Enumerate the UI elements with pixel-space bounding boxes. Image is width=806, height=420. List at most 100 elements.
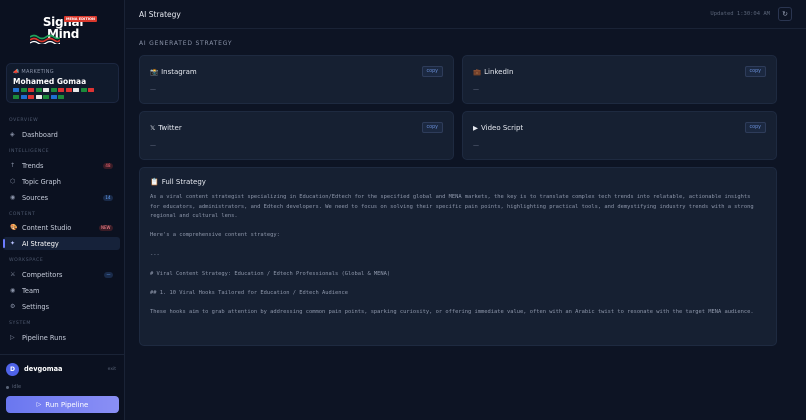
strategy-paragraph: As a viral content strategist specializi… xyxy=(150,194,754,220)
sidebar-item-competitors[interactable]: ⚔ Competitors — xyxy=(3,268,120,281)
sidebar-item-sources[interactable]: ◉ Sources 14 xyxy=(3,191,120,204)
strategy-paragraph: --- xyxy=(150,251,160,258)
country-flag-icon xyxy=(20,88,27,92)
card-title-text: Instagram xyxy=(161,68,197,76)
briefcase-icon: 💼 xyxy=(473,68,482,76)
nav-section-system: SYSTEM xyxy=(9,321,31,326)
copy-button[interactable]: copy xyxy=(744,122,766,133)
profile-name: Mohamed Gomaa xyxy=(13,77,87,86)
card-body: — xyxy=(473,86,479,93)
card-title-text: LinkedIn xyxy=(484,68,514,76)
sidebar-item-label: AI Strategy xyxy=(22,239,59,248)
palette-icon: 🎨 xyxy=(10,224,18,231)
country-flag-icon xyxy=(13,88,19,92)
profile-tag: 📣 MARKETING xyxy=(13,69,54,75)
play-icon: ▷ xyxy=(36,401,42,408)
sidebar-item-dashboard[interactable]: ◈ Dashboard xyxy=(3,128,120,141)
country-flag-icon xyxy=(28,88,34,92)
refresh-icon: ↻ xyxy=(782,10,788,18)
sidebar-item-label: Team xyxy=(22,286,40,295)
country-flag-icon xyxy=(50,88,57,92)
user-row[interactable]: D devgomaa exit xyxy=(6,362,119,376)
nav-section-workspace: WORKSPACE xyxy=(9,258,44,263)
pipeline-status: idle xyxy=(6,384,21,390)
gear-icon: ⚙ xyxy=(10,303,16,310)
camera-icon: 📸 xyxy=(150,68,159,76)
card-title: 📸 Instagram xyxy=(150,68,197,76)
sidebar-item-trends[interactable]: ↑ Trends 48 xyxy=(3,159,120,172)
country-flag-icon xyxy=(65,88,72,92)
country-flag-icon xyxy=(50,95,57,99)
full-strategy-body: As a viral content strategist specializi… xyxy=(150,193,762,327)
country-flag-icon xyxy=(28,95,34,99)
strategy-paragraph: These hooks aim to grab attention by add… xyxy=(150,309,754,316)
nav-section-content: CONTENT xyxy=(9,212,36,217)
country-flag-icon xyxy=(80,88,87,92)
dashboard-icon: ◈ xyxy=(10,131,15,138)
card-body: — xyxy=(473,142,479,149)
card-body: — xyxy=(150,142,156,149)
country-flag-icon xyxy=(43,88,49,92)
sidebar-item-topic-graph[interactable]: ⬡ Topic Graph xyxy=(3,175,120,188)
competitors-badge: — xyxy=(104,271,113,278)
country-flag-icon xyxy=(35,95,42,99)
clipboard-icon: 📋 xyxy=(150,178,159,186)
sidebar-item-pipeline-runs[interactable]: ▷ Pipeline Runs xyxy=(3,331,120,344)
status-dot-icon xyxy=(6,385,9,389)
copy-button[interactable]: copy xyxy=(744,66,766,77)
sidebar-item-team[interactable]: ◉ Team xyxy=(3,284,120,297)
strategy-paragraph: # Viral Content Strategy: Education / Ed… xyxy=(150,270,391,277)
page-title: AI Strategy xyxy=(139,10,181,19)
copy-button[interactable]: copy xyxy=(421,122,443,133)
country-flag-icon xyxy=(88,88,94,92)
trends-count-badge: 48 xyxy=(102,162,113,169)
nav-section-intelligence: INTELLIGENCE xyxy=(9,149,50,154)
country-flag-icon xyxy=(58,95,64,99)
card-title: 💼 LinkedIn xyxy=(473,68,513,76)
sidebar-item-ai-strategy[interactable]: ✦ AI Strategy xyxy=(3,237,120,250)
sidebar-item-content-studio[interactable]: 🎨 Content Studio NEW xyxy=(3,221,120,234)
sidebar-item-label: Content Studio xyxy=(22,223,72,232)
new-badge: NEW xyxy=(98,224,113,231)
sidebar-item-label: Trends xyxy=(22,161,44,170)
country-flag-icon xyxy=(35,88,42,92)
run-pipeline-label: Run Pipeline xyxy=(45,400,89,409)
user-name: devgomaa xyxy=(24,365,63,373)
play-icon: ▶ xyxy=(473,124,478,132)
sparkle-icon: ✦ xyxy=(10,240,16,247)
sidebar-item-label: Topic Graph xyxy=(22,177,61,186)
twitter-card: 𝕏 Twitter copy — xyxy=(139,111,454,160)
copy-button[interactable]: copy xyxy=(421,66,443,77)
run-pipeline-button[interactable]: ▷ Run Pipeline xyxy=(6,396,119,413)
country-flag-icon xyxy=(43,95,49,99)
logo-waves-icon xyxy=(30,34,60,44)
topbar: AI Strategy Updated 1:30:04 AM ↻ xyxy=(126,0,806,29)
linkedin-card: 💼 LinkedIn copy — xyxy=(462,55,777,104)
card-title: ▶ Video Script xyxy=(473,124,523,132)
signal-mind-logo[interactable]: Signal Mind MENA EDITION xyxy=(24,12,102,46)
video-script-card: ▶ Video Script copy — xyxy=(462,111,777,160)
strategy-paragraph: Here's a comprehensive content strategy: xyxy=(150,232,280,239)
sidebar-divider xyxy=(0,354,125,355)
profile-card[interactable]: 📣 MARKETING Mohamed Gomaa xyxy=(6,63,119,103)
card-title-text: Video Script xyxy=(481,124,524,132)
sidebar-item-label: Competitors xyxy=(22,270,63,279)
status-text: idle xyxy=(12,384,22,390)
card-title-text: Twitter xyxy=(158,124,182,132)
exit-link[interactable]: exit xyxy=(108,367,116,372)
x-logo-icon: 𝕏 xyxy=(150,124,156,132)
play-icon: ▷ xyxy=(10,334,15,341)
card-title-text: Full Strategy xyxy=(161,178,206,186)
sidebar-item-label: Pipeline Runs xyxy=(22,333,66,342)
swords-icon: ⚔ xyxy=(10,271,16,278)
country-flag-icon xyxy=(58,88,64,92)
country-flag-icon xyxy=(13,95,19,99)
sidebar: Signal Mind MENA EDITION 📣 MARKETING Moh… xyxy=(0,0,125,420)
sidebar-item-settings[interactable]: ⚙ Settings xyxy=(3,300,120,313)
full-strategy-title: 📋 Full Strategy xyxy=(150,178,206,186)
sidebar-item-label: Sources xyxy=(22,193,49,202)
sidebar-item-label: Dashboard xyxy=(22,130,58,139)
country-flag-icon xyxy=(73,88,79,92)
refresh-button[interactable]: ↻ xyxy=(778,7,792,21)
avatar: D xyxy=(6,362,19,376)
